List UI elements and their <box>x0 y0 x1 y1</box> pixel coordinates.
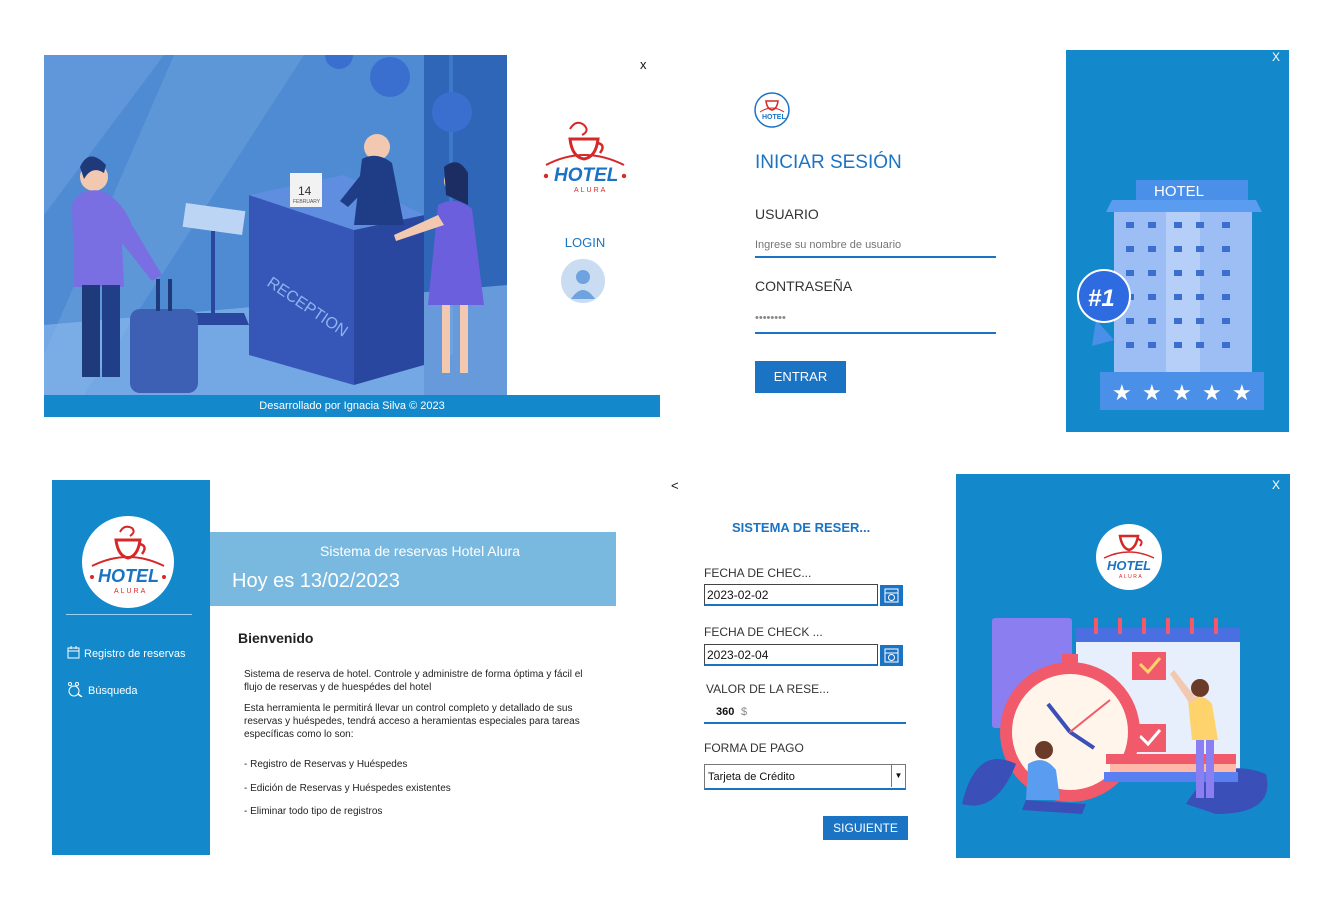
next-button[interactable]: SIGUIENTE <box>823 816 908 840</box>
calendar-picker-icon[interactable] <box>879 584 904 607</box>
password-label: CONTRASEÑA <box>755 278 853 294</box>
username-input[interactable] <box>755 234 996 258</box>
welcome-heading: Bienvenido <box>238 630 314 646</box>
booking-window: < SISTEMA DE RESER... FECHA DE CHEC... 2… <box>668 474 1290 858</box>
checkout-label: FECHA DE CHECK ... <box>704 625 823 639</box>
calendar-picker-icon[interactable] <box>879 644 904 667</box>
login-window: HOTEL INICIAR SESIÓN USUARIO CONTRASEÑA … <box>740 48 1290 432</box>
reception-illustration: RECEPTION 14 FEBRUARY <box>44 55 507 395</box>
user-avatar-icon[interactable] <box>561 259 605 303</box>
logo-subword: ALURA <box>1119 574 1143 580</box>
logo-word-small: HOTEL <box>762 114 786 121</box>
hotel-alura-logo: HOTEL ALURA <box>82 516 174 608</box>
login-title: INICIAR SESIÓN <box>755 152 902 173</box>
close-button[interactable]: x <box>640 57 647 72</box>
logo-word: HOTEL <box>98 566 159 586</box>
people-search-icon <box>67 681 84 700</box>
currency-symbol: $ <box>741 706 748 718</box>
close-button[interactable]: X <box>1272 478 1280 492</box>
logo-word: HOTEL <box>1107 558 1151 573</box>
feature-item: - Eliminar todo tipo de registros <box>244 806 383 817</box>
tools-paragraph: Esta herramienta le permitirá llevar un … <box>244 703 580 740</box>
sidebar-item-label: Registro de reservas <box>84 648 186 660</box>
checkin-date-field[interactable]: 2023-02-02 <box>704 584 878 606</box>
header-date: Hoy es 13/02/2023 <box>232 570 400 592</box>
booking-title: SISTEMA DE RESER... <box>732 520 871 535</box>
sidebar-item-busqueda[interactable]: Búsqueda <box>67 681 138 700</box>
password-input[interactable]: •••••••• <box>755 308 996 334</box>
sidebar-item-label: Búsqueda <box>88 685 138 697</box>
chevron-down-icon[interactable]: ▼ <box>891 765 905 787</box>
login-link[interactable]: LOGIN <box>557 235 613 250</box>
splash-window: RECEPTION 14 FEBRUARY Desarrollado por I… <box>44 55 660 417</box>
username-label: USUARIO <box>755 206 819 222</box>
checkout-date-field[interactable]: 2023-02-04 <box>704 644 878 666</box>
sidebar-item-registro[interactable]: Registro de reservas <box>67 646 186 662</box>
back-button[interactable]: < <box>671 478 679 493</box>
hotel-alura-logo: HOTEL ALURA <box>1096 524 1162 590</box>
svg-text:★: ★ <box>1142 381 1162 406</box>
logo-word: HOTEL <box>554 165 618 186</box>
dashboard-header: Sistema de reservas Hotel Alura Hoy es 1… <box>210 532 616 606</box>
building-sign: HOTEL <box>1154 183 1204 200</box>
svg-text:★: ★ <box>1112 381 1132 406</box>
calendar-month: FEBRUARY <box>293 199 321 205</box>
payment-label: FORMA DE PAGO <box>704 741 804 755</box>
rank-badge: #1 <box>1088 285 1115 312</box>
dashboard-window: HOTEL ALURA Registro de reservas Búsqued… <box>52 480 622 855</box>
splash-footer: Desarrollado por Ignacia Silva © 2023 <box>44 395 660 417</box>
payment-method-select[interactable]: Tarjeta de Crédito ▼ <box>704 764 906 790</box>
intro-paragraph: Sistema de reserva de hotel. Controle y … <box>244 669 583 693</box>
booking-side-panel: X HOTEL ALURA <box>956 474 1290 858</box>
payment-selected-value: Tarjeta de Crédito <box>708 771 795 783</box>
feature-item: - Registro de Reservas y Huéspedes <box>244 759 408 770</box>
logo-subword: ALURA <box>574 187 607 194</box>
feature-item: - Edición de Reservas y Huéspedes existe… <box>244 783 451 794</box>
amount-value: 360 <box>716 706 735 718</box>
svg-text:★: ★ <box>1232 381 1252 406</box>
sidebar: HOTEL ALURA Registro de reservas Búsqued… <box>52 480 210 855</box>
header-title: Sistema de reservas Hotel Alura <box>320 543 520 559</box>
calendar-day: 14 <box>298 184 312 198</box>
hotel-logo-small-icon: HOTEL <box>754 92 790 128</box>
hotel-alura-logo: HOTEL ALURA <box>540 117 630 197</box>
login-side-panel: X HOTEL #1 ★ ★ ★ ★ ★ <box>1066 50 1289 432</box>
svg-text:★: ★ <box>1172 381 1192 406</box>
sidebar-divider <box>66 614 192 615</box>
amount-underline <box>704 722 906 724</box>
logo-subword: ALURA <box>114 588 147 595</box>
svg-text:★: ★ <box>1202 381 1222 406</box>
enter-button[interactable]: ENTRAR <box>755 361 846 393</box>
hotel-building-illustration: HOTEL #1 ★ ★ ★ ★ ★ <box>1077 180 1264 410</box>
amount-label: VALOR DE LA RESE... <box>706 682 830 696</box>
schedule-illustration <box>962 618 1268 814</box>
calendar-icon <box>67 646 80 662</box>
checkin-label: FECHA DE CHEC... <box>704 566 812 580</box>
